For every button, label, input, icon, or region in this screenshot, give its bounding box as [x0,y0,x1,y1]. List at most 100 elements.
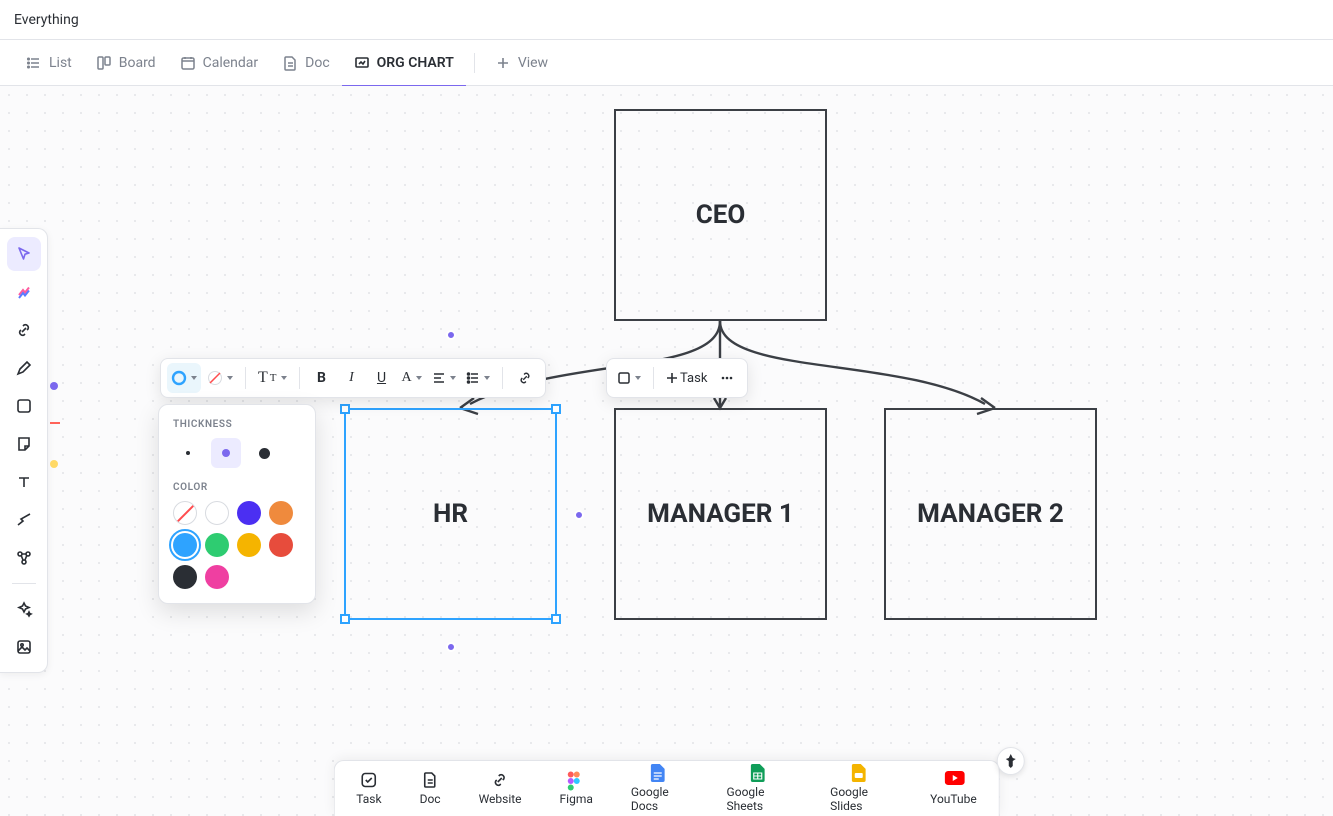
gslides-icon [852,764,870,782]
text-tool[interactable] [7,465,41,499]
stroke-color-button[interactable] [167,363,201,393]
divider [474,53,475,73]
resize-handle-nw[interactable] [340,404,350,414]
swatch-orange[interactable] [269,501,293,525]
shape-tool[interactable] [7,389,41,423]
swatch-none[interactable] [173,501,197,525]
thickness-options [173,438,301,468]
swatch-blue[interactable] [237,501,261,525]
tab-doc[interactable]: Doc [270,40,342,86]
gdocs-icon [651,764,669,782]
underline-button[interactable]: U [368,363,396,393]
node-manager-1[interactable]: MANAGER 1 [614,408,827,620]
item-label: Doc [420,792,441,806]
create-bar: Task Doc Website Figma Google Docs [333,760,1000,816]
create-task[interactable]: Task [356,771,381,806]
create-gdocs[interactable]: Google Docs [631,764,689,813]
board-icon [96,55,112,71]
resize-handle-sw[interactable] [340,614,350,624]
clickup-tool[interactable] [7,275,41,309]
fill-color-button[interactable] [203,363,237,393]
create-gsheets[interactable]: Google Sheets [727,764,793,813]
item-label: Figma [560,792,593,806]
separator [12,583,36,584]
format-toolbar-right: Task [606,358,748,398]
text-color-button[interactable]: A [398,363,426,393]
separator [299,367,300,389]
tab-list[interactable]: List [14,40,84,86]
resize-handle-se[interactable] [551,614,561,624]
workspace-title: Everything [14,12,79,28]
item-label: Google Docs [631,785,689,813]
gsheets-icon [750,764,768,782]
swatch-yellow[interactable] [237,533,261,557]
node-hr[interactable]: HR [344,408,557,620]
tab-calendar[interactable]: Calendar [168,40,271,86]
add-task-button[interactable]: Task [662,363,711,393]
tab-label: ORG CHART [377,55,454,71]
more-button[interactable] [713,363,741,393]
resize-handle-ne[interactable] [551,404,561,414]
swatch-red[interactable] [269,533,293,557]
caret-icon [416,376,422,380]
task-icon [360,771,378,789]
tab-label: List [49,55,72,71]
italic-button[interactable]: I [338,363,366,393]
create-youtube[interactable]: YouTube [930,771,977,806]
create-gslides[interactable]: Google Slides [830,764,892,813]
tab-org-chart[interactable]: ORG CHART [342,40,466,86]
create-doc[interactable]: Doc [420,771,441,806]
swatch-pink[interactable] [205,565,229,589]
tab-label: Calendar [203,55,259,71]
whiteboard-canvas[interactable]: CEO MANAGER 1 MANAGER 2 HR TT B [0,86,1333,816]
swatch-white[interactable] [205,501,229,525]
select-tool[interactable] [7,237,41,271]
shape-color-dot [50,422,60,424]
sticky-tool[interactable] [7,427,41,461]
pin-bar-button[interactable] [997,747,1025,775]
tab-label: Doc [305,55,330,71]
item-label: Google Sheets [727,785,793,813]
flowchart-tool[interactable] [7,541,41,575]
link-button[interactable] [511,363,539,393]
figma-icon [567,771,585,789]
connect-point-right[interactable] [574,510,584,520]
task-label: Task [680,371,707,386]
bold-button[interactable]: B [308,363,336,393]
list-button[interactable] [462,363,494,393]
separator [653,367,654,389]
node-label: HR [433,499,468,529]
link-icon [491,771,509,789]
thickness-medium[interactable] [211,438,241,468]
node-ceo[interactable]: CEO [614,109,827,321]
connector-tool[interactable] [7,503,41,537]
doc-icon [421,771,439,789]
connect-point-bottom[interactable] [446,642,456,652]
swatch-green[interactable] [205,533,229,557]
thickness-thin[interactable] [173,438,203,468]
tab-board[interactable]: Board [84,40,168,86]
caret-icon [450,376,456,380]
align-button[interactable] [428,363,460,393]
pen-tool[interactable] [7,351,41,385]
thickness-thick[interactable] [249,438,279,468]
image-tool[interactable] [7,630,41,664]
item-label: Google Slides [830,785,892,813]
swatch-teal[interactable] [173,533,197,557]
sticky-color-dot [50,460,58,468]
ai-tool[interactable] [7,592,41,626]
item-label: YouTube [930,792,977,806]
connect-point-top[interactable] [446,330,456,340]
shape-switch-button[interactable] [613,363,645,393]
youtube-icon [944,771,962,789]
item-label: Website [479,792,522,806]
link-tool[interactable] [7,313,41,347]
node-manager-2[interactable]: MANAGER 2 [884,408,1097,620]
font-size-button[interactable]: TT [254,363,291,393]
node-label: MANAGER 1 [647,499,794,529]
caret-icon [281,376,287,380]
create-figma[interactable]: Figma [560,771,593,806]
add-view-button[interactable]: View [483,40,560,86]
create-website[interactable]: Website [479,771,522,806]
swatch-dark[interactable] [173,565,197,589]
